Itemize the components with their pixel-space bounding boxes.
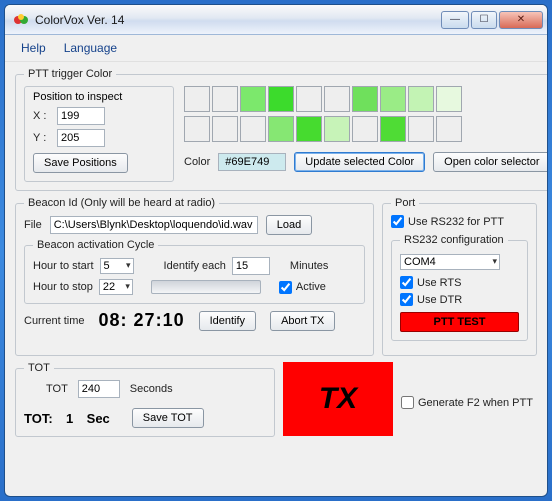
cycle-group: Beacon activation Cycle Hour to start 5 … — [24, 239, 365, 304]
com-select[interactable]: COM4 — [400, 254, 500, 270]
window-controls: — ☐ ✕ — [441, 11, 543, 29]
menu-help[interactable]: Help — [13, 39, 54, 57]
color-row-1 — [184, 86, 547, 112]
file-input[interactable] — [50, 216, 258, 234]
color-cell[interactable] — [380, 116, 406, 142]
tot-count-label: TOT: — [24, 411, 53, 426]
color-cell[interactable] — [268, 116, 294, 142]
ptt-test-button[interactable]: PTT TEST — [400, 312, 519, 332]
cycle-legend: Beacon activation Cycle — [33, 239, 158, 251]
x-input[interactable] — [57, 107, 105, 125]
color-cell[interactable] — [240, 86, 266, 112]
stop-select[interactable]: 22 — [99, 279, 133, 295]
y-input[interactable] — [57, 129, 105, 147]
tot-group: TOT TOT Seconds TOT: 1 Sec Save TOT — [15, 362, 275, 437]
color-cell[interactable] — [296, 86, 322, 112]
identify-each-input[interactable] — [232, 257, 270, 275]
color-cell[interactable] — [184, 86, 210, 112]
color-cell[interactable] — [380, 86, 406, 112]
menubar: Help Language — [5, 35, 547, 62]
rs232-group: RS232 configuration COM4 Use RTS Use DTR… — [391, 234, 528, 341]
rs232-legend: RS232 configuration — [400, 234, 508, 246]
generate-f2-checkbox[interactable]: Generate F2 when PTT — [401, 396, 533, 409]
color-cell[interactable] — [268, 86, 294, 112]
start-select[interactable]: 5 — [100, 258, 134, 274]
port-legend: Port — [391, 197, 419, 209]
tx-indicator: TX — [283, 362, 393, 436]
tot-count-value: 1 — [61, 411, 79, 426]
identify-button[interactable]: Identify — [199, 311, 256, 331]
current-time-value: 08: 27:10 — [99, 310, 185, 331]
color-cell[interactable] — [408, 116, 434, 142]
tot-legend: TOT — [24, 362, 54, 374]
ptt-trigger-group: PTT trigger Color Position to inspect X … — [15, 68, 547, 191]
position-box: Position to inspect X : Y : Save Positio… — [24, 86, 174, 182]
tot-count-unit: Sec — [87, 411, 110, 426]
color-cell[interactable] — [324, 86, 350, 112]
maximize-button[interactable]: ☐ — [471, 11, 497, 29]
save-positions-button[interactable]: Save Positions — [33, 153, 128, 173]
minutes-label: Minutes — [290, 260, 329, 272]
port-group: Port Use RS232 for PTT RS232 configurati… — [382, 197, 537, 356]
tot-input[interactable] — [78, 380, 120, 398]
abort-tx-button[interactable]: Abort TX — [270, 311, 335, 331]
identify-each-label: Identify each — [164, 260, 226, 272]
beacon-group: Beacon Id (Only will be heard at radio) … — [15, 197, 374, 356]
color-cell[interactable] — [240, 116, 266, 142]
color-cell[interactable] — [436, 116, 462, 142]
stop-label: Hour to stop — [33, 281, 93, 293]
color-cell[interactable] — [324, 116, 350, 142]
titlebar: ColorVox Ver. 14 — ☐ ✕ — [5, 5, 547, 35]
color-cell[interactable] — [436, 86, 462, 112]
use-rts-checkbox[interactable]: Use RTS — [400, 276, 519, 289]
seconds-label: Seconds — [130, 383, 173, 395]
client-area: PTT trigger Color Position to inspect X … — [5, 62, 547, 496]
window-title: ColorVox Ver. 14 — [35, 13, 441, 27]
y-label: Y : — [33, 132, 51, 144]
color-cell[interactable] — [212, 116, 238, 142]
x-label: X : — [33, 110, 51, 122]
app-window: ColorVox Ver. 14 — ☐ ✕ Help Language PTT… — [4, 4, 548, 497]
color-cell[interactable] — [212, 86, 238, 112]
color-cell[interactable] — [352, 116, 378, 142]
color-row-2 — [184, 116, 547, 142]
save-tot-button[interactable]: Save TOT — [132, 408, 204, 428]
color-cell[interactable] — [184, 116, 210, 142]
color-cell[interactable] — [352, 86, 378, 112]
tot-label: TOT — [46, 383, 68, 395]
use-rs232-checkbox[interactable]: Use RS232 for PTT — [391, 215, 528, 228]
color-cell[interactable] — [408, 86, 434, 112]
color-hex: #69E749 — [218, 153, 286, 171]
color-label: Color — [184, 156, 210, 168]
minimize-button[interactable]: — — [441, 11, 469, 29]
file-label: File — [24, 219, 42, 231]
open-color-selector-button[interactable]: Open color selector — [433, 152, 547, 172]
use-dtr-checkbox[interactable]: Use DTR — [400, 293, 519, 306]
beacon-legend: Beacon Id (Only will be heard at radio) — [24, 197, 219, 209]
cycle-slider[interactable] — [151, 280, 261, 294]
app-icon — [13, 12, 29, 28]
close-button[interactable]: ✕ — [499, 11, 543, 29]
update-color-button[interactable]: Update selected Color — [294, 152, 425, 172]
position-header: Position to inspect — [33, 91, 165, 103]
ptt-legend: PTT trigger Color — [24, 68, 116, 80]
load-button[interactable]: Load — [266, 215, 312, 235]
color-cell[interactable] — [296, 116, 322, 142]
active-checkbox[interactable]: Active — [279, 281, 326, 294]
start-label: Hour to start — [33, 260, 94, 272]
menu-language[interactable]: Language — [56, 39, 125, 57]
current-time-label: Current time — [24, 315, 85, 327]
